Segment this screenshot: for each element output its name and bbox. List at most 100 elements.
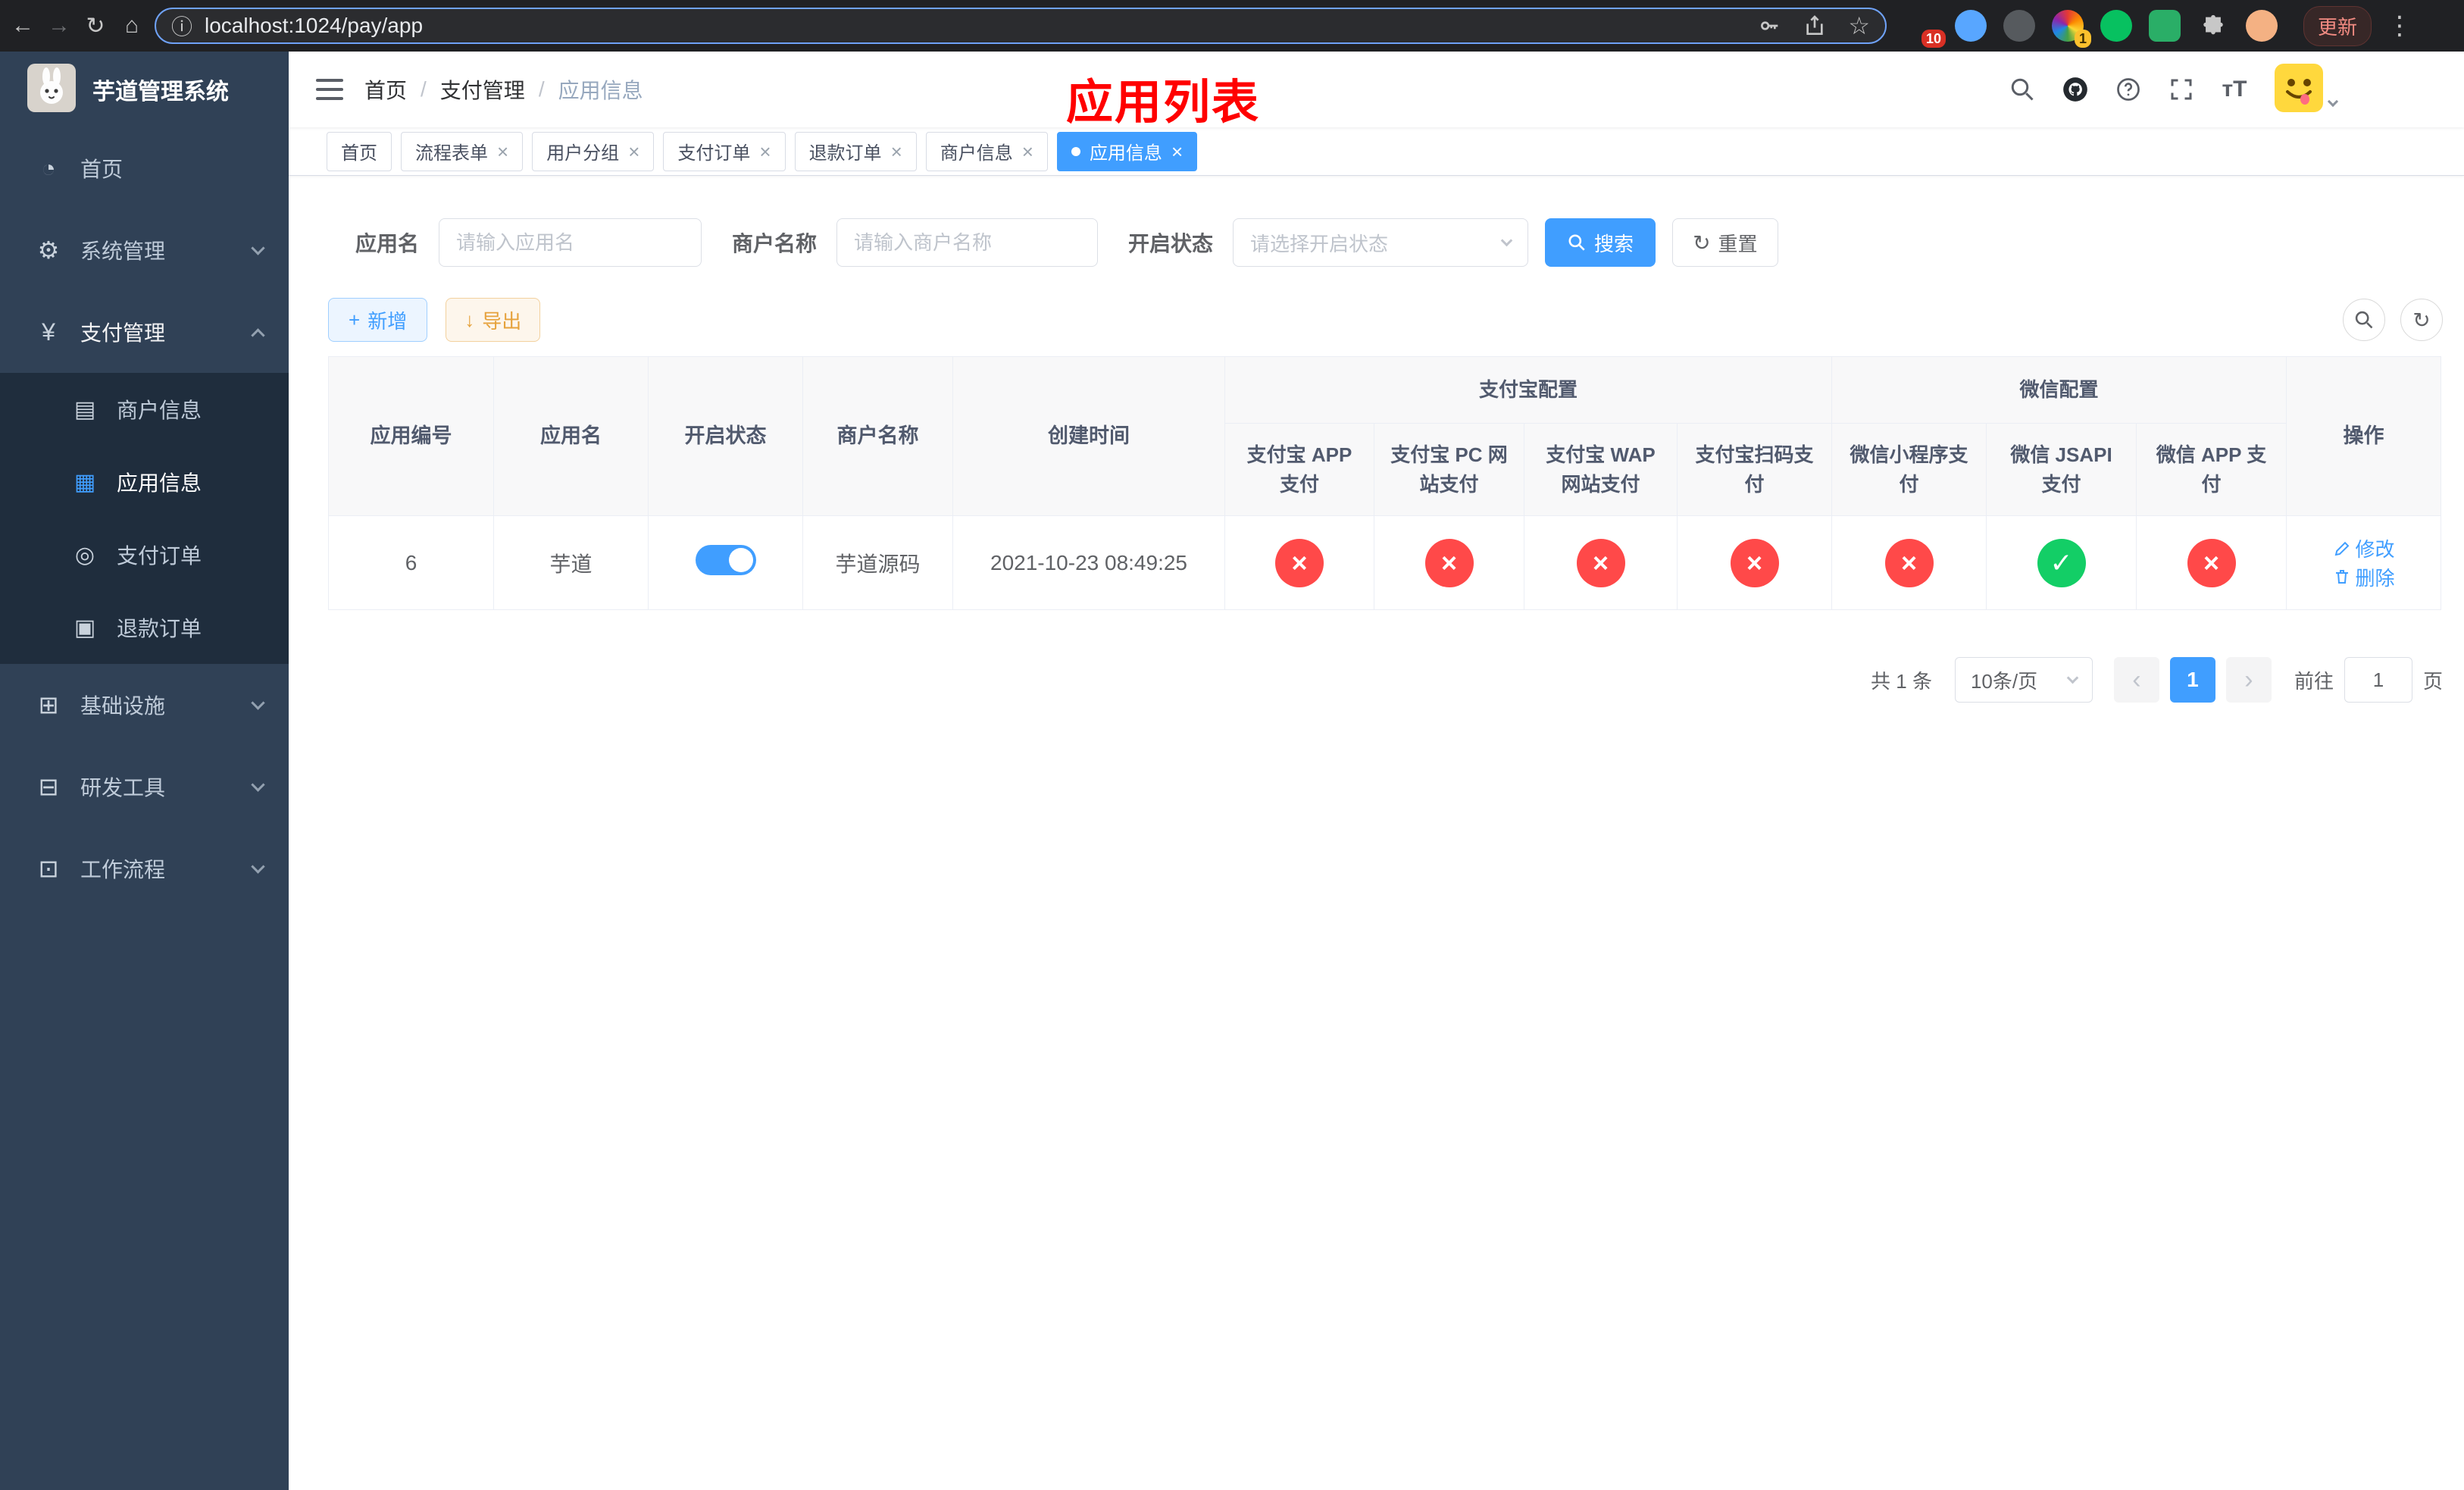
app-name-input[interactable] xyxy=(439,218,702,267)
font-size-icon[interactable]: тT xyxy=(2214,69,2255,110)
extension-green-icon[interactable] xyxy=(2100,10,2132,42)
sidebar-item-dev-tools[interactable]: ⊟ 研发工具 xyxy=(0,746,289,828)
sidebar-item-pay-order[interactable]: ◎ 支付订单 xyxy=(0,518,289,591)
breadcrumb-home[interactable]: 首页 xyxy=(364,74,407,105)
extension-blue-icon[interactable] xyxy=(1955,10,1987,42)
pagination: 共 1 条 10条/页 ‹ 1 › 前往 页 xyxy=(328,656,2443,704)
merchant-name-input[interactable] xyxy=(836,218,1099,267)
yen-icon: ¥ xyxy=(42,318,55,346)
sidebar-item-infrastructure[interactable]: ⊞ 基础设施 xyxy=(0,664,289,746)
browser-back-icon[interactable]: ← xyxy=(6,9,39,42)
fullscreen-icon[interactable] xyxy=(2161,69,2202,110)
browser-menu-icon[interactable]: ⋮ xyxy=(2372,11,2428,41)
col-header-created: 创建时间 xyxy=(952,356,1225,516)
sidebar-collapse-icon[interactable] xyxy=(289,79,364,100)
tab-pay-order[interactable]: 支付订单 × xyxy=(663,131,786,171)
extension-dark-icon[interactable] xyxy=(2003,10,2035,42)
tab-label: 应用信息 xyxy=(1089,143,1162,164)
header-search-icon[interactable] xyxy=(2002,69,2043,110)
tab-label: 流程表单 xyxy=(415,143,488,164)
password-key-icon[interactable] xyxy=(1757,14,1781,38)
status-select-placeholder: 请选择开启状态 xyxy=(1250,232,1389,255)
sidebar-item-merchant-info[interactable]: ▤ 商户信息 xyxy=(0,373,289,446)
refresh-table-button[interactable]: ↻ xyxy=(2400,299,2443,341)
close-icon[interactable]: × xyxy=(759,142,771,161)
tab-merchant-info[interactable]: 商户信息 × xyxy=(925,131,1048,171)
address-bar[interactable]: ⓘ localhost:1024/pay/app ☆ xyxy=(155,8,1887,44)
close-icon[interactable]: × xyxy=(497,142,508,161)
bookmark-star-icon[interactable]: ☆ xyxy=(1848,11,1870,40)
refresh-icon: ↻ xyxy=(1693,230,1711,255)
user-avatar-menu[interactable] xyxy=(2275,63,2339,116)
user-avatar xyxy=(2275,63,2323,116)
delete-link[interactable]: 删除 xyxy=(2333,563,2395,591)
menu-label: 基础设施 xyxy=(80,694,166,718)
sidebar-item-app-info[interactable]: ▦ 应用信息 xyxy=(0,446,289,518)
status-cross-icon: × xyxy=(1884,538,1934,587)
status-select[interactable]: 请选择开启状态 xyxy=(1233,218,1529,267)
edit-link[interactable]: 修改 xyxy=(2333,534,2395,562)
reset-button-label: 重置 xyxy=(1718,232,1758,255)
browser-reload-icon[interactable]: ↻ xyxy=(79,9,112,42)
cell-merchant: 芋道源码 xyxy=(802,515,953,610)
toggle-search-button[interactable] xyxy=(2343,299,2385,341)
cell-created: 2021-10-23 08:49:25 xyxy=(952,515,1225,610)
browser-forward-icon[interactable]: → xyxy=(42,9,76,42)
extensions-puzzle-icon[interactable] xyxy=(2197,10,2229,42)
site-info-icon[interactable]: ⓘ xyxy=(171,11,192,41)
app-table: 应用编号 应用名 开启状态 商户名称 创建时间 支付宝配置 微信配置 操作 支付… xyxy=(328,356,2442,610)
page-number-button[interactable]: 1 xyxy=(2169,657,2215,703)
goto-page-input[interactable] xyxy=(2344,657,2412,703)
chevron-down-icon xyxy=(251,240,265,255)
sidebar-menu: ◔ 首页 ⚙ 系统管理 ¥ 支付管理 ▤ 商户信息 ▦ 应用信息 ◎ 支付订单 … xyxy=(0,127,289,909)
browser-profile-avatar[interactable] xyxy=(2246,10,2278,42)
tab-user-group[interactable]: 用户分组 × xyxy=(532,131,655,171)
logo-avatar xyxy=(27,63,76,116)
workflow-icon: ⊡ xyxy=(38,855,59,882)
page-content: 应用名 商户名称 开启状态 请选择开启状态 搜索 ↻ 重置 xyxy=(289,176,2464,1490)
tab-refund-order[interactable]: 退款订单 × xyxy=(794,131,917,171)
chevron-down-icon xyxy=(251,695,265,710)
app-name-label: 应用名 xyxy=(355,232,420,255)
menu-label: 支付管理 xyxy=(80,321,166,345)
tab-app-info[interactable]: 应用信息 × xyxy=(1056,131,1198,171)
breadcrumb-payment[interactable]: 支付管理 xyxy=(440,74,525,105)
close-icon[interactable]: × xyxy=(1022,142,1033,161)
add-button[interactable]: + 新增 xyxy=(328,298,428,342)
close-icon[interactable]: × xyxy=(891,142,902,161)
extension-colorful-icon[interactable]: 1 xyxy=(2052,10,2091,48)
export-button[interactable]: ↓ 导出 xyxy=(446,298,541,342)
extension-grid-icon[interactable]: 10 xyxy=(1906,10,1946,48)
tab-process-form[interactable]: 流程表单 × xyxy=(401,131,524,171)
search-button-label: 搜索 xyxy=(1594,232,1634,255)
sidebar-item-payment[interactable]: ¥ 支付管理 xyxy=(0,291,289,373)
sidebar-item-system[interactable]: ⚙ 系统管理 xyxy=(0,209,289,291)
page-size-select[interactable]: 10条/页 xyxy=(1954,657,2093,703)
cell-app-name: 芋道 xyxy=(493,515,649,610)
next-page-button[interactable]: › xyxy=(2225,657,2272,703)
browser-update-button[interactable]: 更新 xyxy=(2303,5,2372,46)
sidebar: 芋道管理系统 ◔ 首页 ⚙ 系统管理 ¥ 支付管理 ▤ 商户信息 ▦ 应用信息 … xyxy=(0,52,289,1490)
search-button[interactable]: 搜索 xyxy=(1545,218,1656,267)
browser-home-icon[interactable]: ⌂ xyxy=(115,9,149,42)
github-icon[interactable] xyxy=(2055,69,2096,110)
extension-chat-icon[interactable] xyxy=(2149,10,2181,42)
status-toggle[interactable] xyxy=(695,545,756,575)
sidebar-item-home[interactable]: ◔ 首页 xyxy=(0,127,289,209)
cell-app-id: 6 xyxy=(328,515,494,610)
col-header-alipay-qr: 支付宝扫码支付 xyxy=(1676,423,1833,516)
infrastructure-icon: ⊞ xyxy=(38,691,59,718)
tab-home[interactable]: 首页 xyxy=(327,131,392,171)
goto-label: 前往 xyxy=(2294,669,2334,693)
sidebar-item-workflow[interactable]: ⊡ 工作流程 xyxy=(0,828,289,909)
close-icon[interactable]: × xyxy=(1171,142,1183,161)
share-icon[interactable] xyxy=(1803,14,1827,38)
status-cross-icon: × xyxy=(1730,538,1779,587)
cell-alipay-qr: × xyxy=(1676,515,1833,610)
close-icon[interactable]: × xyxy=(628,142,639,161)
sidebar-item-refund-order[interactable]: ▣ 退款订单 xyxy=(0,591,289,664)
prev-page-button[interactable]: ‹ xyxy=(2113,657,2159,703)
status-cross-icon: × xyxy=(1424,538,1474,587)
help-question-icon[interactable] xyxy=(2108,69,2149,110)
reset-button[interactable]: ↻ 重置 xyxy=(1672,218,1778,267)
